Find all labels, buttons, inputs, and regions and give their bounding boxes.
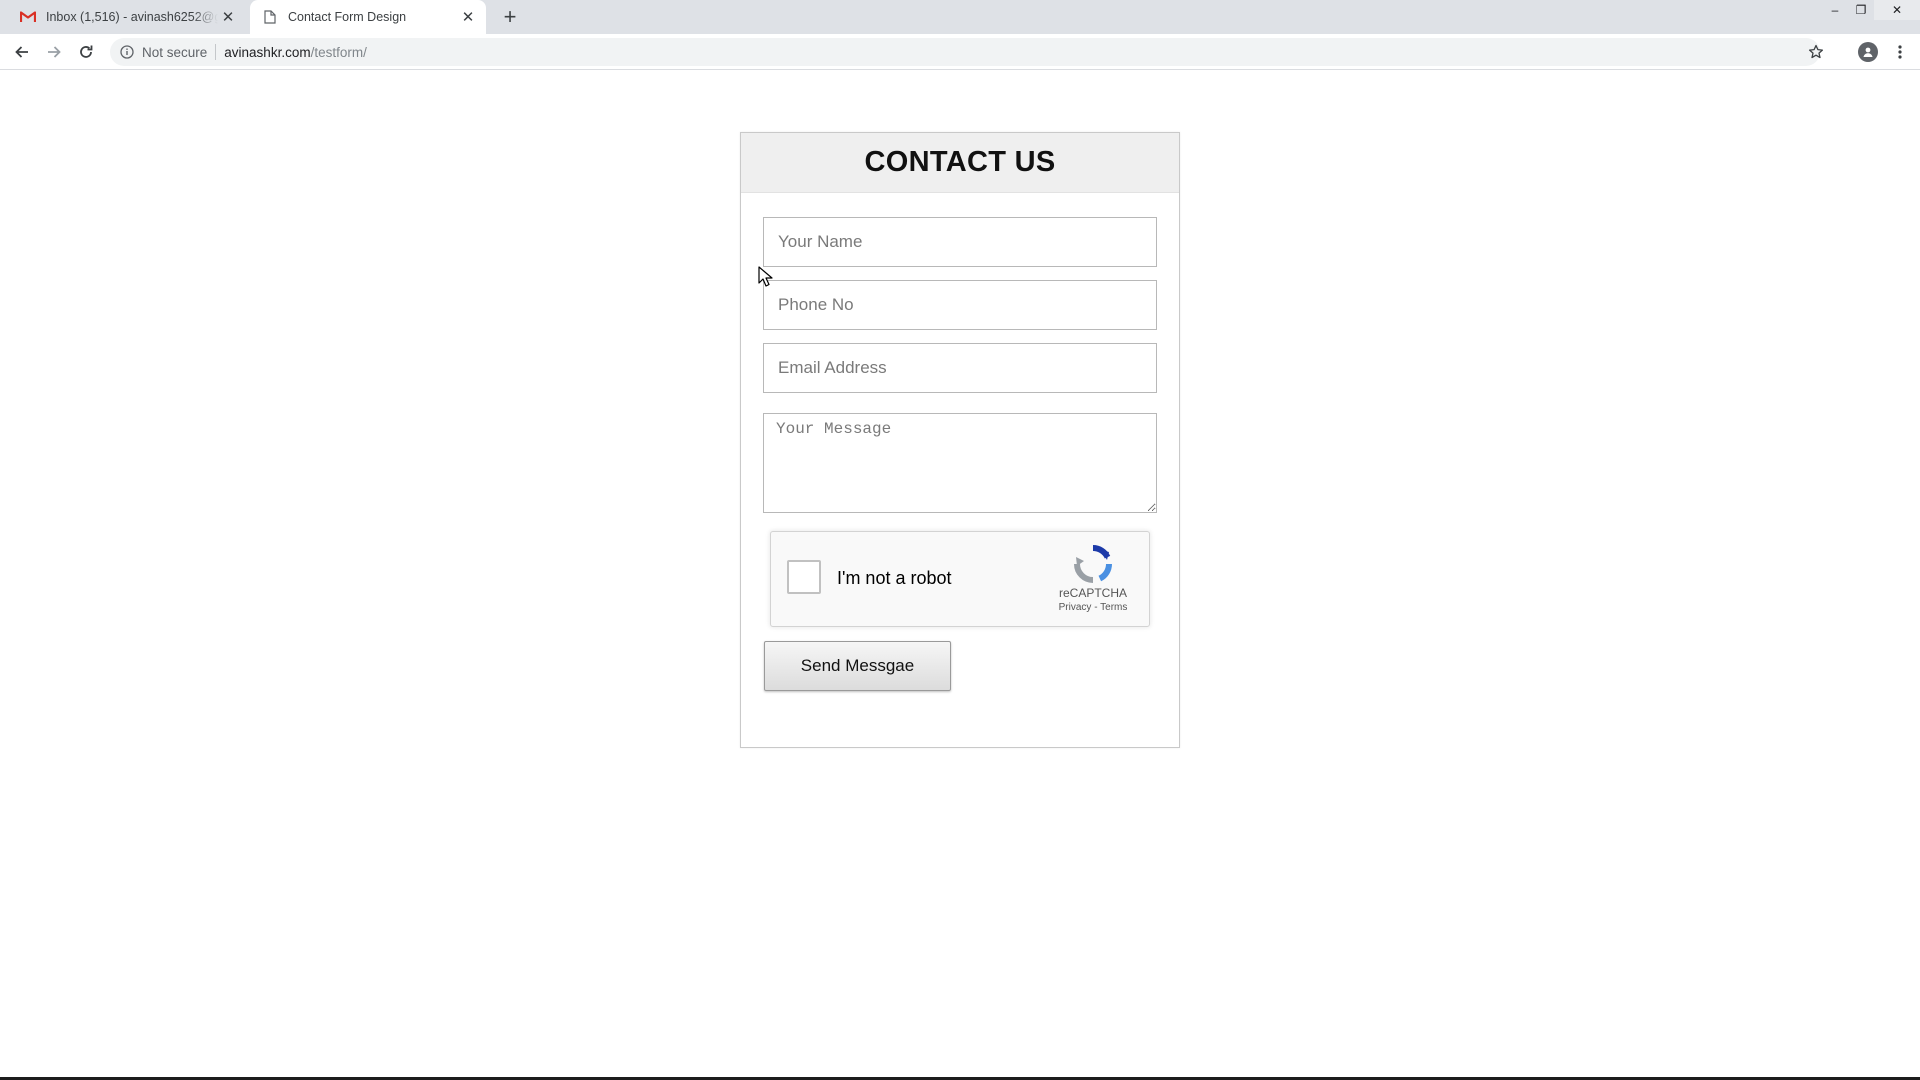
gmail-icon — [20, 9, 36, 25]
profile-avatar-icon[interactable] — [1858, 42, 1878, 62]
url-host: avinashkr.com — [224, 44, 311, 60]
info-icon[interactable] — [118, 43, 136, 61]
close-tab-icon[interactable]: ✕ — [458, 7, 478, 27]
phone-input[interactable] — [763, 280, 1157, 330]
recaptcha-privacy-terms-link[interactable]: Privacy - Terms — [1053, 602, 1133, 613]
url-path: /testform/ — [310, 44, 367, 60]
tab-contact-form[interactable]: Contact Form Design ✕ — [250, 0, 486, 34]
back-arrow-icon — [15, 46, 28, 58]
window-controls: – ❐ ✕ — [1822, 0, 1920, 22]
document-icon — [262, 9, 278, 25]
restore-icon[interactable]: ❐ — [1848, 0, 1874, 20]
recaptcha-checkbox[interactable] — [787, 560, 821, 594]
send-message-button[interactable]: Send Messgae — [764, 641, 951, 691]
tab-title: Contact Form Design — [288, 10, 407, 24]
reload-button[interactable] — [72, 38, 100, 66]
back-button[interactable] — [8, 38, 36, 66]
reload-icon — [80, 45, 93, 58]
contact-form: CONTACT US I'm not a robot reCAPTCHA Pri… — [740, 132, 1180, 748]
form-header: CONTACT US — [741, 133, 1179, 193]
recaptcha-brand: reCAPTCHA — [1058, 586, 1127, 600]
more-menu-icon[interactable] — [1890, 40, 1910, 64]
tab-strip: Inbox (1,516) - avinash6252@gmail.com ✕ … — [0, 0, 1920, 34]
minimize-icon[interactable]: – — [1822, 0, 1848, 20]
form-title: CONTACT US — [864, 146, 1056, 178]
recaptcha-logo: reCAPTCHA Privacy - Terms — [1053, 544, 1133, 613]
close-window-icon[interactable]: ✕ — [1874, 0, 1920, 20]
address-divider — [215, 44, 217, 60]
message-textarea[interactable] — [763, 413, 1157, 513]
tab-title: Inbox (1,516) - avinash6252@gmail.com — [46, 10, 218, 24]
email-input[interactable] — [763, 343, 1157, 393]
close-tab-icon[interactable]: ✕ — [218, 7, 238, 27]
browser-toolbar: Not secure avinashkr.com /testform/ — [0, 34, 1920, 70]
forward-arrow-icon — [48, 46, 61, 58]
recaptcha-widget: I'm not a robot reCAPTCHA Privacy - Term… — [770, 531, 1150, 627]
forward-button[interactable] — [40, 38, 68, 66]
security-label: Not secure — [142, 44, 208, 60]
recaptcha-label: I'm not a robot — [837, 568, 952, 588]
bookmark-star-icon[interactable] — [1806, 42, 1826, 62]
new-tab-button[interactable]: + — [498, 5, 522, 29]
recaptcha-icon — [1074, 544, 1113, 583]
name-input[interactable] — [763, 217, 1157, 267]
address-bar[interactable]: Not secure avinashkr.com /testform/ — [110, 38, 1820, 66]
mouse-cursor-icon — [758, 266, 773, 287]
page-content: CONTACT US I'm not a robot reCAPTCHA Pri… — [0, 70, 1920, 1078]
tab-inbox[interactable]: Inbox (1,516) - avinash6252@gmail.com ✕ — [10, 0, 246, 34]
